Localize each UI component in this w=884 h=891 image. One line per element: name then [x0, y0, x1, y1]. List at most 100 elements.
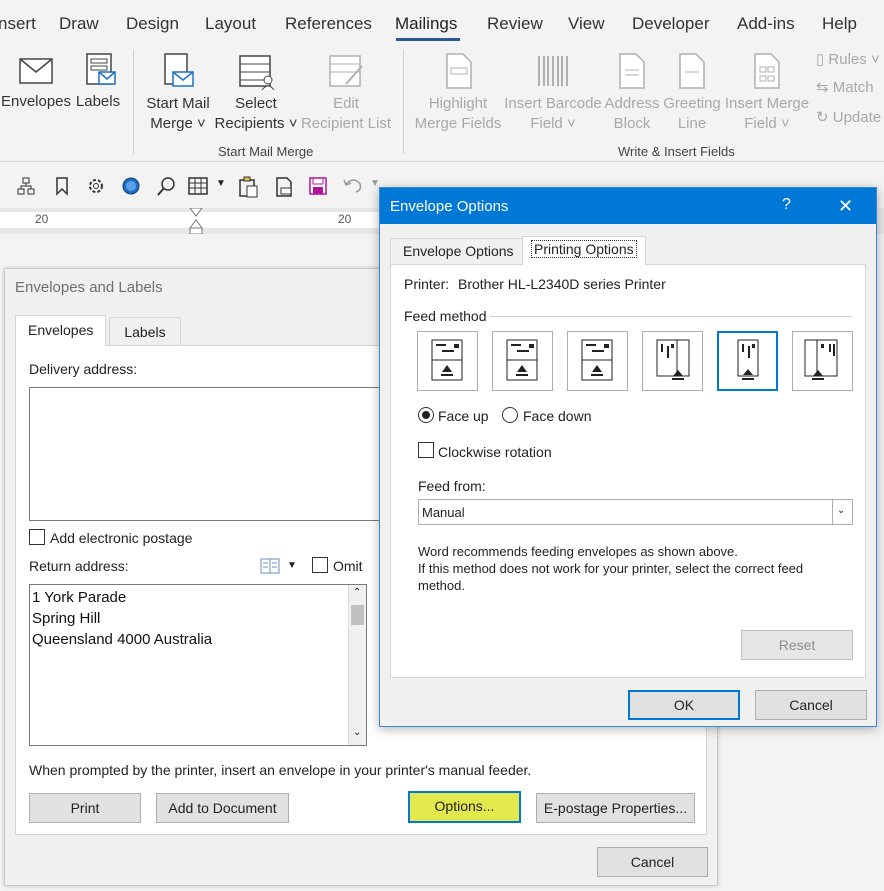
- scrollbar[interactable]: ⌃ ⌄: [348, 585, 366, 745]
- chevron-down-icon[interactable]: ⌄: [832, 500, 852, 524]
- note-line-3: method.: [418, 578, 465, 593]
- tab-labels[interactable]: Labels: [109, 317, 181, 345]
- rules-button[interactable]: ▯ Rules ˅: [816, 50, 880, 68]
- tab-help[interactable]: Help: [822, 14, 857, 34]
- labels-button[interactable]: Labels: [72, 52, 124, 112]
- note-line-2: If this method does not work for your pr…: [418, 561, 804, 576]
- address-block-button[interactable]: Address Block: [602, 52, 662, 134]
- update-icon: ↻: [816, 109, 833, 126]
- scroll-thumb[interactable]: [351, 605, 364, 625]
- feed-option-1[interactable]: [417, 331, 478, 391]
- dialog-title: Envelope Options: [390, 198, 509, 215]
- manual-feed-prompt: When prompted by the printer, insert an …: [29, 762, 532, 778]
- address-line1: Address: [604, 95, 660, 112]
- delivery-address-input[interactable]: [29, 387, 399, 521]
- save-icon[interactable]: [308, 176, 328, 196]
- labels-icon: [86, 53, 116, 85]
- match-label: Match: [832, 79, 874, 96]
- printer-label: Printer:: [404, 276, 450, 292]
- clockwise-rotation-checkbox[interactable]: [418, 442, 434, 458]
- insert-merge-field-button[interactable]: Insert Merge Field ˅: [722, 52, 812, 134]
- rules-label: Rules ˅: [828, 51, 880, 68]
- divider: [490, 316, 852, 317]
- face-up-radio[interactable]: [418, 407, 434, 423]
- tab-labels-label: Labels: [124, 324, 166, 340]
- clockwise-rotation-label: Clockwise rotation: [438, 444, 552, 460]
- add-to-document-button[interactable]: Add to Document: [156, 793, 289, 823]
- feed-option-6[interactable]: [792, 331, 853, 391]
- return-address-input[interactable]: 1 York Parade Spring Hill Queensland 400…: [29, 584, 367, 746]
- face-down-radio[interactable]: [502, 407, 518, 423]
- tab-envelope-options[interactable]: Envelope Options: [390, 238, 527, 264]
- omit-checkbox[interactable]: [312, 557, 328, 573]
- tab-layout[interactable]: Layout: [205, 14, 256, 34]
- ok-button[interactable]: OK: [628, 690, 740, 720]
- face-down-label: Face down: [523, 408, 592, 424]
- insert-barcode-field-button[interactable]: Insert Barcode Field ˅: [504, 52, 602, 134]
- feed-from-select[interactable]: Manual ⌄: [418, 499, 853, 525]
- reset-button[interactable]: Reset: [741, 630, 853, 660]
- update-label: Update: [832, 109, 882, 126]
- match-fields-button[interactable]: ⇆ Match: [816, 78, 874, 96]
- document-print-icon[interactable]: [274, 176, 294, 198]
- barcode-line2: Field ˅: [530, 115, 576, 132]
- printing-options-panel: [390, 264, 866, 678]
- greeting-line1: Greeting: [663, 95, 721, 112]
- hierarchy-icon[interactable]: [16, 176, 36, 196]
- tab-developer[interactable]: Developer: [632, 14, 710, 34]
- cancel-button[interactable]: Cancel: [755, 690, 867, 720]
- scroll-down-icon[interactable]: ⌄: [353, 727, 361, 738]
- tab-review[interactable]: Review: [487, 14, 543, 34]
- recipients-icon: [239, 55, 275, 91]
- edit-recipient-list-button[interactable]: Edit Recipient List: [298, 52, 394, 134]
- greeting-line-button[interactable]: Greeting Line: [662, 52, 722, 134]
- undo-icon[interactable]: [342, 176, 364, 196]
- update-labels-button[interactable]: ↻ Update: [816, 108, 881, 126]
- ribbon-tab-bar: nsert Draw Design Layout References Mail…: [0, 0, 884, 46]
- tab-view[interactable]: View: [568, 14, 605, 34]
- highlight-merge-fields-button[interactable]: Highlight Merge Fields: [412, 52, 504, 134]
- address-book-icon[interactable]: [259, 557, 281, 575]
- select-recipients-line2: Recipients ˅: [214, 115, 298, 132]
- chevron-down-icon[interactable]: ▼: [287, 560, 297, 571]
- print-button[interactable]: Print: [29, 793, 141, 823]
- envelopes-button[interactable]: Envelopes: [0, 52, 72, 112]
- search-icon[interactable]: [156, 176, 178, 198]
- tab-add-ins[interactable]: Add-ins: [737, 14, 795, 34]
- tab-printing-options[interactable]: Printing Options: [522, 236, 646, 265]
- feed-option-2[interactable]: [492, 331, 553, 391]
- envelope-feed-icon: [656, 339, 690, 380]
- feed-option-3[interactable]: [567, 331, 628, 391]
- tab-insert[interactable]: nsert: [0, 14, 36, 34]
- labels-label: Labels: [75, 93, 121, 110]
- circle-icon[interactable]: [120, 176, 142, 198]
- gear-icon[interactable]: [86, 176, 106, 196]
- chevron-down-icon[interactable]: ▼: [216, 178, 226, 189]
- indent-marker-icon[interactable]: [188, 208, 204, 234]
- start-mail-merge-button[interactable]: Start Mail Merge ˅: [142, 52, 214, 134]
- bookmark-icon[interactable]: [52, 176, 72, 196]
- return-line-1: 1 York Parade: [32, 589, 127, 606]
- paste-icon[interactable]: [238, 176, 258, 198]
- cancel-button[interactable]: Cancel: [597, 847, 708, 877]
- select-recipients-button[interactable]: Select Recipients ˅: [214, 52, 298, 134]
- tab-references[interactable]: References: [285, 14, 372, 34]
- help-button[interactable]: ?: [782, 196, 791, 214]
- close-button[interactable]: ✕: [838, 196, 853, 217]
- feed-option-5[interactable]: [717, 331, 778, 391]
- add-postage-checkbox[interactable]: [29, 529, 45, 545]
- start-mail-merge-line1: Start Mail: [146, 95, 210, 112]
- match-icon: ⇆: [816, 79, 833, 96]
- tab-design[interactable]: Design: [126, 14, 179, 34]
- e-postage-properties-button[interactable]: E-postage Properties...: [536, 793, 695, 823]
- tab-envelopes[interactable]: Envelopes: [15, 315, 107, 346]
- options-button[interactable]: Options...: [408, 791, 521, 823]
- feed-option-4[interactable]: [642, 331, 703, 391]
- envelope-icon: [19, 58, 53, 84]
- tab-mailings[interactable]: Mailings: [395, 14, 457, 34]
- highlight-icon: [446, 53, 472, 89]
- table-icon[interactable]: [188, 176, 210, 196]
- edit-list-line1: Edit: [333, 95, 359, 112]
- tab-draw[interactable]: Draw: [59, 14, 99, 34]
- scroll-up-icon[interactable]: ⌃: [353, 587, 361, 598]
